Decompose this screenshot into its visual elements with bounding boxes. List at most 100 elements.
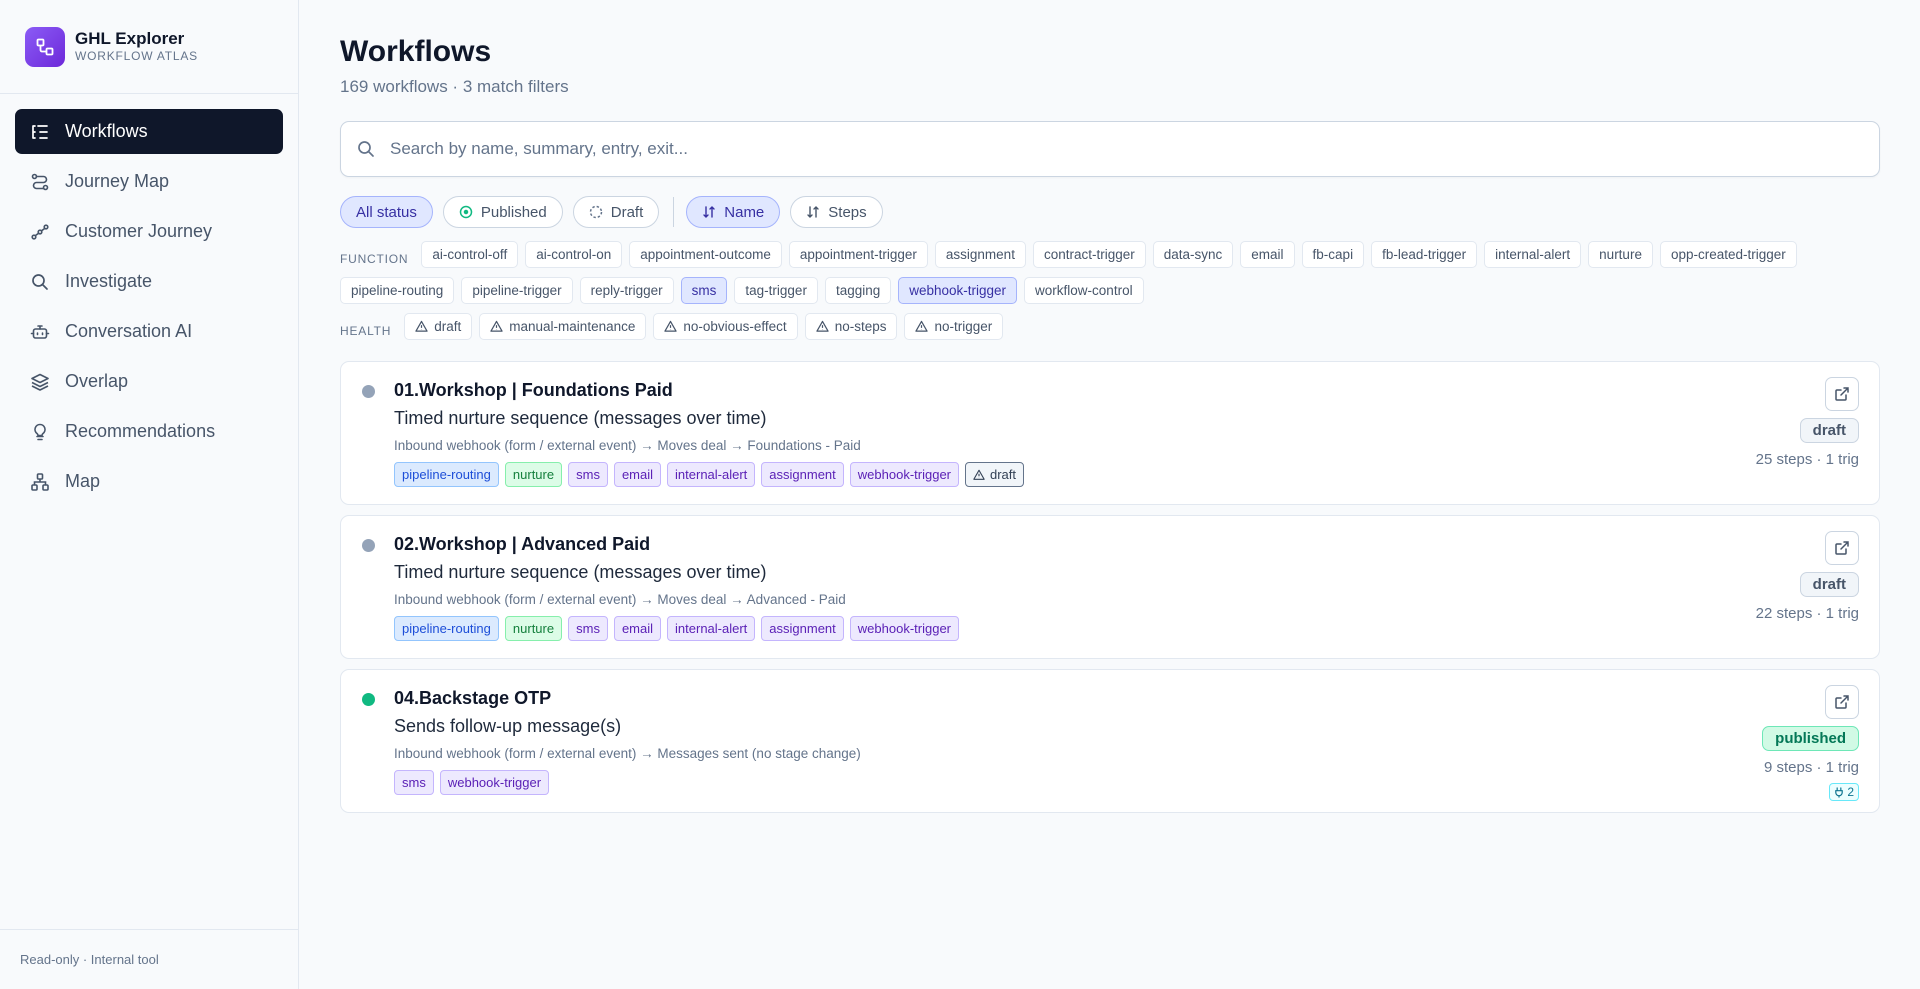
status-dot — [362, 539, 375, 552]
workflow-tag: assignment — [761, 616, 844, 641]
workflow-tag: internal-alert — [667, 616, 756, 641]
alert-triangle-icon — [490, 320, 503, 333]
workflow-summary: Timed nurture sequence (messages over ti… — [394, 408, 767, 428]
route-icon — [30, 172, 50, 192]
function-chip[interactable]: data-sync — [1152, 241, 1234, 268]
external-link-icon — [1834, 540, 1850, 556]
workflow-summary: Timed nurture sequence (messages over ti… — [394, 562, 767, 582]
layers-icon — [30, 372, 50, 392]
workflow-tags: pipeline-routing nurture sms email inter… — [394, 462, 1030, 487]
sidebar-item-investigate[interactable]: Investigate — [15, 259, 283, 304]
sidebar: GHL Explorer WORKFLOW ATLAS Workflows Jo… — [0, 0, 299, 989]
function-label: FUNCTION — [340, 252, 409, 266]
workflow-title[interactable]: 02.Workshop | Advanced Paid — [394, 534, 650, 555]
workflow-flow: Inbound webhook (form / external event) … — [394, 438, 861, 453]
health-filter-row: HEALTH draft manual-maintenance no-obvio… — [340, 313, 1880, 349]
workflow-tag: email — [613, 462, 662, 487]
workflow-flow: Inbound webhook (form / external event) … — [394, 592, 846, 607]
sidebar-item-map[interactable]: Map — [15, 459, 283, 504]
filter-published[interactable]: Published — [442, 196, 563, 228]
function-chip[interactable]: sms — [680, 277, 728, 304]
workflow-tag: sms — [568, 462, 608, 487]
health-chip[interactable]: no-trigger — [904, 313, 1004, 340]
workflow-card[interactable]: 01.Workshop | Foundations Paid Timed nur… — [340, 361, 1880, 505]
sidebar-item-label: Workflows — [65, 121, 148, 141]
sidebar-item-label: Recommendations — [65, 421, 216, 441]
filter-bar: All status Published Draft Name Steps — [340, 196, 1880, 228]
sidebar-item-recommendations[interactable]: Recommendations — [15, 409, 283, 454]
function-chip[interactable]: workflow-control — [1024, 277, 1144, 304]
sort-name[interactable]: Name — [686, 196, 781, 228]
sort-steps[interactable]: Steps — [790, 196, 883, 228]
sidebar-item-label: Journey Map — [65, 171, 170, 191]
health-chip[interactable]: no-steps — [804, 313, 898, 340]
sidebar-item-conversation-ai[interactable]: Conversation AI — [15, 309, 283, 354]
health-chip[interactable]: draft — [404, 313, 473, 340]
function-chip[interactable]: appointment-outcome — [629, 241, 782, 268]
function-chip[interactable]: pipeline-trigger — [461, 277, 573, 304]
bot-icon — [30, 322, 50, 342]
search-icon — [30, 272, 50, 292]
function-chip[interactable]: reply-trigger — [579, 277, 674, 304]
workflow-card[interactable]: 04.Backstage OTP Sends follow-up message… — [340, 669, 1880, 813]
function-chip[interactable]: assignment — [934, 241, 1026, 268]
filter-draft[interactable]: Draft — [572, 196, 660, 228]
function-chip[interactable]: pipeline-routing — [340, 277, 455, 304]
open-external-button[interactable] — [1825, 685, 1859, 719]
function-chip[interactable]: ai-control-off — [421, 241, 519, 268]
workflow-tags: sms webhook-trigger — [394, 770, 555, 795]
function-chip[interactable]: fb-lead-trigger — [1371, 241, 1478, 268]
status-badge: draft — [1799, 572, 1859, 597]
sidebar-item-journey-map[interactable]: Journey Map — [15, 159, 283, 204]
function-chip[interactable]: email — [1240, 241, 1295, 268]
search-input[interactable] — [390, 139, 1790, 159]
chip-label: no-obvious-effect — [683, 319, 787, 334]
pill-label: Published — [480, 203, 547, 221]
workflow-title[interactable]: 01.Workshop | Foundations Paid — [394, 380, 673, 401]
status-dot — [362, 693, 375, 706]
sidebar-item-label: Overlap — [65, 371, 129, 391]
workflow-card[interactable]: 02.Workshop | Advanced Paid Timed nurtur… — [340, 515, 1880, 659]
workflow-flow: Inbound webhook (form / external event) … — [394, 746, 861, 761]
alert-triangle-icon — [816, 320, 829, 333]
filter-divider — [673, 197, 675, 227]
workflow-tag: nurture — [504, 462, 563, 487]
workflow-tag: pipeline-routing — [394, 462, 499, 487]
workflow-meta: 25 steps · 1 trig — [1755, 451, 1859, 468]
function-chip[interactable]: contract-trigger — [1032, 241, 1146, 268]
status-dot — [362, 385, 375, 398]
workflow-tag: sms — [568, 616, 608, 641]
pill-label: Steps — [828, 203, 867, 221]
filter-all-status[interactable]: All status — [340, 196, 433, 228]
function-chip[interactable]: nurture — [1588, 241, 1653, 268]
brand-subtitle: WORKFLOW ATLAS — [75, 49, 198, 63]
function-chip[interactable]: internal-alert — [1484, 241, 1582, 268]
sidebar-item-customer-journey[interactable]: Customer Journey — [15, 209, 283, 254]
function-chip[interactable]: fb-capi — [1301, 241, 1365, 268]
external-link-icon — [1834, 386, 1850, 402]
workflow-health-tag: draft — [965, 462, 1025, 487]
workflow-tag: internal-alert — [667, 462, 756, 487]
function-chip[interactable]: opp-created-trigger — [1659, 241, 1797, 268]
sidebar-item-overlap[interactable]: Overlap — [15, 359, 283, 404]
function-chip[interactable]: appointment-trigger — [788, 241, 928, 268]
sidebar-item-workflows[interactable]: Workflows — [15, 109, 283, 154]
open-external-button[interactable] — [1825, 377, 1859, 411]
search-box[interactable] — [340, 121, 1880, 177]
pill-label: Name — [724, 203, 765, 221]
alert-triangle-icon — [973, 469, 985, 481]
open-external-button[interactable] — [1825, 531, 1859, 565]
workflow-tag: webhook-trigger — [849, 616, 959, 641]
brand-title: GHL Explorer — [75, 29, 185, 48]
alert-triangle-icon — [664, 320, 678, 333]
workflow-meta: 9 steps · 1 trig — [1763, 759, 1859, 776]
health-chip[interactable]: no-obvious-effect — [653, 313, 798, 340]
health-chip[interactable]: manual-maintenance — [479, 313, 647, 340]
function-chip[interactable]: webhook-trigger — [898, 277, 1018, 304]
brand[interactable]: GHL Explorer WORKFLOW ATLAS — [0, 0, 298, 94]
function-chip[interactable]: tag-trigger — [734, 277, 818, 304]
workflow-title[interactable]: 04.Backstage OTP — [394, 688, 551, 709]
function-chip[interactable]: ai-control-on — [525, 241, 623, 268]
workflow-tag: nurture — [504, 616, 563, 641]
function-chip[interactable]: tagging — [824, 277, 892, 304]
